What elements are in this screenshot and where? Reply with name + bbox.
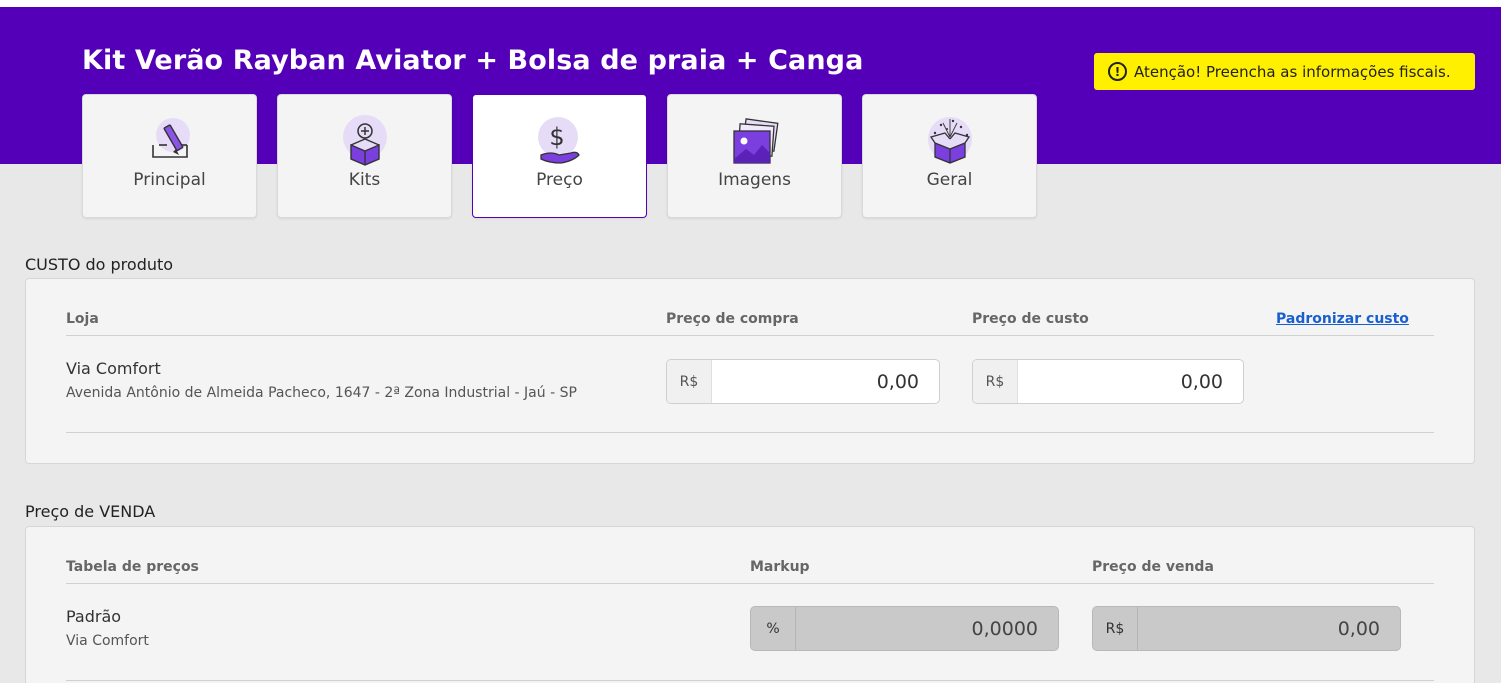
window-top-strip <box>0 0 1501 7</box>
markup-input: % 0,0000 <box>750 606 1059 651</box>
cost-price-value[interactable]: 0,00 <box>1018 360 1243 403</box>
pencil-box-icon <box>151 118 190 158</box>
cost-section-title: CUSTO do produto <box>25 255 174 274</box>
tab-kits[interactable]: Kits <box>277 94 452 218</box>
sparkle-box-icon <box>927 117 972 164</box>
header-divider <box>66 583 1434 584</box>
cost-card: Loja Preço de compra Preço de custo Padr… <box>25 278 1475 464</box>
header-divider <box>66 335 1434 336</box>
tab-imagens[interactable]: Imagens <box>667 94 842 218</box>
product-tabs: Principal Kits $ Preço Imagens Geral <box>82 94 1037 218</box>
svg-text:$: $ <box>549 123 564 151</box>
images-icon <box>732 118 779 164</box>
fiscal-alert-banner[interactable]: ! Atenção! Preencha as informações fisca… <box>1094 53 1475 90</box>
column-header-cost-price: Preço de custo <box>972 311 1089 327</box>
row-divider <box>66 432 1434 433</box>
cost-price-input[interactable]: R$ 0,00 <box>972 359 1244 404</box>
tab-label: Geral <box>926 170 973 190</box>
purchase-price-value[interactable]: 0,00 <box>712 360 939 403</box>
currency-prefix: R$ <box>1093 607 1138 650</box>
percent-prefix: % <box>751 607 796 650</box>
tab-principal[interactable]: Principal <box>82 94 257 218</box>
column-header-markup: Markup <box>750 559 810 575</box>
tab-label: Kits <box>348 170 381 190</box>
fiscal-alert-text: Atenção! Preencha as informações fiscais… <box>1134 62 1451 81</box>
price-table-name: Padrão <box>66 607 122 626</box>
row-divider <box>66 680 1434 681</box>
currency-prefix: R$ <box>667 360 712 403</box>
sale-card: Tabela de preços Markup Preço de venda P… <box>25 526 1475 683</box>
store-name: Via Comfort <box>66 359 161 378</box>
exclamation-circle-icon: ! <box>1108 62 1127 81</box>
markup-value: 0,0000 <box>971 617 1038 640</box>
sale-price-value: 0,00 <box>1337 617 1380 640</box>
currency-prefix: R$ <box>973 360 1018 403</box>
standardize-cost-link[interactable]: Padronizar custo <box>1276 311 1409 327</box>
tab-label: Principal <box>133 170 206 190</box>
sale-section-title: Preço de VENDA <box>25 502 156 521</box>
sale-price-input: R$ 0,00 <box>1092 606 1401 651</box>
tab-label: Imagens <box>718 170 791 190</box>
page-title: Kit Verão Rayban Aviator + Bolsa de prai… <box>82 45 864 76</box>
money-hand-icon: $ <box>537 117 580 164</box>
box-plus-icon <box>342 115 387 166</box>
store-address: Avenida Antônio de Almeida Pacheco, 1647… <box>66 385 577 401</box>
tab-label: Preço <box>536 170 583 190</box>
column-header-purchase-price: Preço de compra <box>666 311 799 327</box>
column-header-store: Loja <box>66 311 99 327</box>
tab-preco[interactable]: $ Preço <box>472 94 647 218</box>
column-header-sale-price: Preço de venda <box>1092 559 1214 575</box>
column-header-price-table: Tabela de preços <box>66 559 199 575</box>
tab-geral[interactable]: Geral <box>862 94 1037 218</box>
price-table-store: Via Comfort <box>66 633 149 649</box>
purchase-price-input[interactable]: R$ 0,00 <box>666 359 940 404</box>
